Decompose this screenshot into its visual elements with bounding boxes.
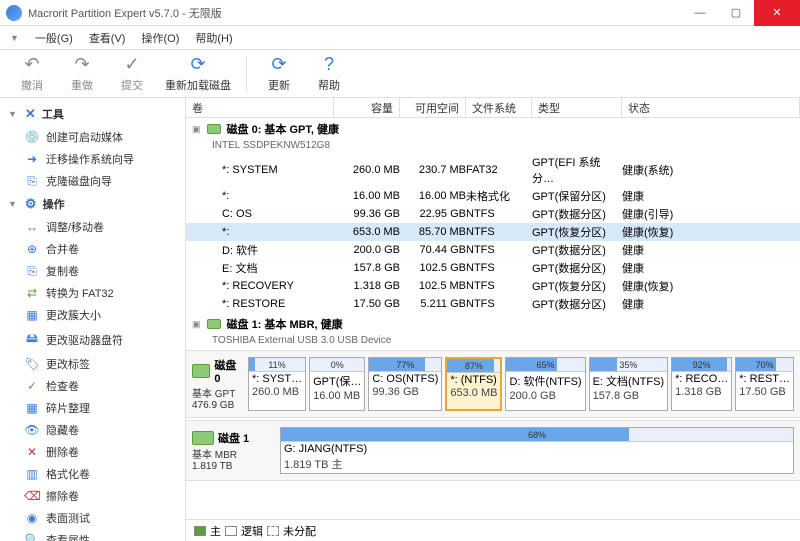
menu-bar: ▼ 一般(G) 查看(V) 操作(O) 帮助(H)	[0, 26, 800, 50]
disk-icon	[207, 319, 221, 329]
legend-unalloc-icon	[267, 526, 279, 536]
col-status[interactable]: 状态	[622, 98, 800, 118]
refresh-icon: ⟳	[190, 54, 205, 75]
sidebar-item-convert-fat32[interactable]: ⇄转换为 FAT32	[0, 282, 185, 304]
legend-logical-icon	[225, 526, 237, 536]
disk-map: 磁盘 1 基本 MBR1.819 TB 68% G: JIANG(NTFS)1.…	[186, 420, 800, 481]
minimize-button[interactable]: —	[682, 0, 718, 26]
volume-row[interactable]: E: 文档157.8 GB102.5 GB NTFSGPT(数据分区)健康	[186, 259, 800, 277]
disk-map-area: 磁盘 0 基本 GPT476.9 GB 11% *: SYST…260.0 MB…	[186, 348, 800, 519]
toolbar: ↶撤消 ↷重做 ✓提交 ⟳重新加载磁盘 ⟳更新 ?帮助	[0, 50, 800, 98]
menu-general[interactable]: 一般(G)	[35, 30, 73, 46]
help-button[interactable]: ?帮助	[307, 52, 351, 96]
col-type[interactable]: 类型	[532, 98, 622, 118]
migrate-icon: ➜	[24, 152, 40, 166]
commit-button[interactable]: ✓提交	[110, 52, 154, 96]
clone-icon: ⎘	[24, 174, 40, 189]
volume-row[interactable]: C: OS99.36 GB22.95 GB NTFSGPT(数据分区)健康(引导…	[186, 205, 800, 223]
window-title: Macrorit Partition Expert v5.7.0 - 无限版	[28, 5, 682, 21]
menu-ops[interactable]: 操作(O)	[141, 30, 179, 46]
col-volume[interactable]: 卷	[186, 98, 334, 118]
partition-box[interactable]: 0% GPT(保…16.00 MB	[309, 357, 365, 411]
sidebar-item-delete[interactable]: ✕删除卷	[0, 441, 185, 463]
disk-map-header[interactable]: 磁盘 1 基本 MBR1.819 TB	[192, 427, 272, 474]
col-free[interactable]: 可用空间	[400, 98, 466, 118]
partition-box[interactable]: 65% D: 软件(NTFS)200.0 GB	[505, 357, 585, 411]
main-panel: 卷 容量 可用空间 文件系统 类型 状态 ▣磁盘 0: 基本 GPT, 健康IN…	[186, 98, 800, 541]
redo-icon: ↷	[74, 54, 89, 75]
partition-box[interactable]: 70% *: REST…17.50 GB	[735, 357, 794, 411]
media-icon: 💿	[24, 130, 40, 144]
disk-header[interactable]: ▣磁盘 0: 基本 GPT, 健康	[186, 118, 800, 140]
disk-icon	[207, 124, 221, 134]
gear-icon: ⚙	[25, 196, 37, 212]
disk-icon	[192, 431, 214, 445]
sidebar-item-migrate-os[interactable]: ➜迁移操作系统向导	[0, 148, 185, 170]
undo-icon: ↶	[24, 54, 39, 75]
menu-help[interactable]: 帮助(H)	[195, 30, 232, 46]
partition-box[interactable]: 35% E: 文档(NTFS)157.8 GB	[589, 357, 669, 411]
sidebar-section-ops[interactable]: ▼⚙操作	[0, 192, 185, 216]
separator	[246, 56, 247, 92]
app-icon	[6, 5, 22, 21]
disk-icon	[192, 364, 210, 378]
sidebar-item-label[interactable]: 🏷更改标签	[0, 353, 185, 375]
sidebar-item-wipe[interactable]: ⌫擦除卷	[0, 485, 185, 507]
partition-box[interactable]: 77% C: OS(NTFS)99.36 GB	[368, 357, 442, 411]
volume-row[interactable]: D: 软件200.0 GB70.44 GB NTFSGPT(数据分区)健康	[186, 241, 800, 259]
sidebar-item-check[interactable]: ✓检查卷	[0, 375, 185, 397]
disk-map-header[interactable]: 磁盘 0 基本 GPT476.9 GB	[192, 357, 240, 411]
close-button[interactable]: ✕	[754, 0, 800, 26]
partition-box[interactable]: 92% *: RECO…1.318 GB	[671, 357, 732, 411]
help-icon: ?	[324, 54, 334, 75]
sidebar-item-surface-test[interactable]: ◉表面测试	[0, 507, 185, 529]
sidebar-item-defrag[interactable]: ▦碎片整理	[0, 397, 185, 419]
volume-row[interactable]: *:653.0 MB85.70 MB NTFSGPT(恢复分区)健康(恢复)	[186, 223, 800, 241]
disk-map: 磁盘 0 基本 GPT476.9 GB 11% *: SYST…260.0 MB…	[186, 350, 800, 418]
wrench-icon: ✕	[25, 106, 36, 122]
sidebar-item-cluster[interactable]: ▦更改簇大小	[0, 304, 185, 326]
col-size[interactable]: 容量	[334, 98, 400, 118]
menu-view[interactable]: 查看(V)	[89, 30, 126, 46]
sidebar-item-merge[interactable]: ⊕合并卷	[0, 238, 185, 260]
sidebar: ▼✕工具 💿创建可启动媒体 ➜迁移操作系统向导 ⎘克隆磁盘向导 ▼⚙操作 ↔调整…	[0, 98, 186, 541]
volume-row[interactable]: *: SYSTEM260.0 MB230.7 MB FAT32GPT(EFI 系…	[186, 153, 800, 187]
sidebar-item-copy[interactable]: ⎘复制卷	[0, 260, 185, 282]
sidebar-item-clone-disk[interactable]: ⎘克隆磁盘向导	[0, 170, 185, 192]
update-button[interactable]: ⟳更新	[257, 52, 301, 96]
legend: 主 逻辑 未分配	[186, 519, 800, 541]
disk-model: INTEL SSDPEKNW512G8	[186, 140, 800, 153]
disk-model: TOSHIBA External USB 3.0 USB Device	[186, 335, 800, 348]
volume-row[interactable]: *: RESTORE17.50 GB5.211 GB NTFSGPT(数据分区)…	[186, 295, 800, 313]
sidebar-item-resize[interactable]: ↔调整/移动卷	[0, 216, 185, 238]
volume-list: ▣磁盘 0: 基本 GPT, 健康INTEL SSDPEKNW512G8 *: …	[186, 118, 800, 348]
legend-primary-icon	[194, 526, 206, 536]
volume-row[interactable]: *: RECOVERY1.318 GB102.5 MB NTFSGPT(恢复分区…	[186, 277, 800, 295]
update-icon: ⟳	[271, 54, 286, 75]
column-headers: 卷 容量 可用空间 文件系统 类型 状态	[186, 98, 800, 118]
sidebar-item-bootable-media[interactable]: 💿创建可启动媒体	[0, 126, 185, 148]
title-bar: Macrorit Partition Expert v5.7.0 - 无限版 —…	[0, 0, 800, 26]
col-fs[interactable]: 文件系统	[466, 98, 532, 118]
sidebar-item-format[interactable]: ▥格式化卷	[0, 463, 185, 485]
disk-header[interactable]: ▣磁盘 1: 基本 MBR, 健康	[186, 313, 800, 335]
partition-box[interactable]: 87% *: (NTFS)653.0 MB	[445, 357, 502, 411]
undo-button[interactable]: ↶撤消	[10, 52, 54, 96]
sidebar-item-properties[interactable]: 🔍查看属性	[0, 529, 185, 541]
volume-row[interactable]: *:16.00 MB16.00 MB 未格式化GPT(保留分区)健康	[186, 187, 800, 205]
sidebar-item-drive-letter[interactable]: 🖴更改驱动器盘符	[0, 326, 185, 353]
partition-box[interactable]: 11% *: SYST…260.0 MB	[248, 357, 306, 411]
reload-button[interactable]: ⟳重新加载磁盘	[160, 52, 236, 96]
sidebar-section-tools[interactable]: ▼✕工具	[0, 102, 185, 126]
chevron-down-icon[interactable]: ▼	[10, 33, 19, 43]
redo-button[interactable]: ↷重做	[60, 52, 104, 96]
maximize-button[interactable]: ▢	[718, 0, 754, 26]
sidebar-item-hide[interactable]: 👁隐藏卷	[0, 419, 185, 441]
partition-box[interactable]: 68% G: JIANG(NTFS)1.819 TB 主	[280, 427, 794, 474]
check-icon: ✓	[124, 54, 139, 75]
